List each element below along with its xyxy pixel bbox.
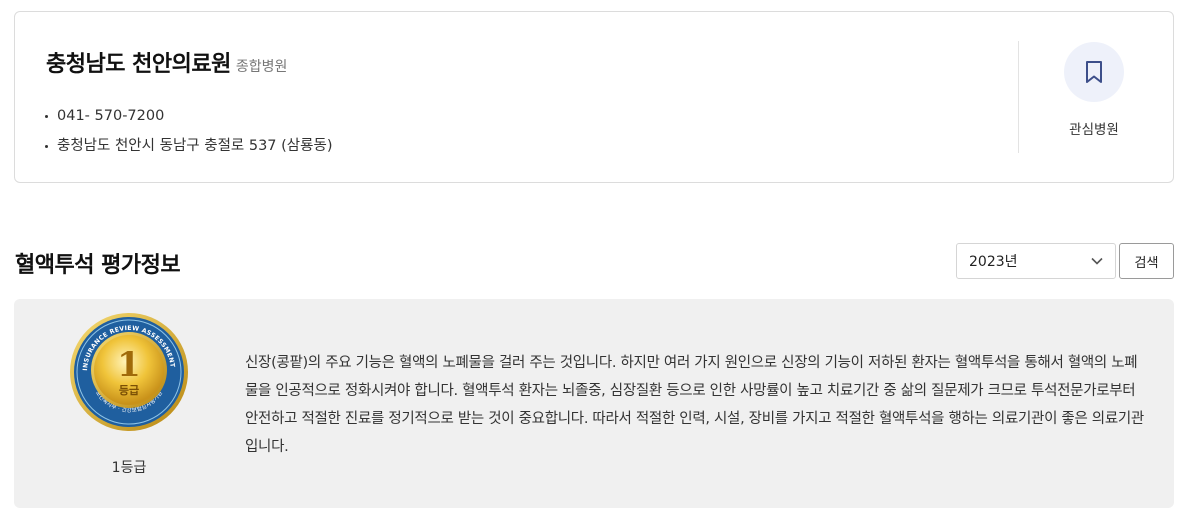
hospital-phone: 041- 570-7200	[45, 101, 332, 131]
hospital-card: 충청남도 천안의료원 종합병원 041- 570-7200 충청남도 천안시 동…	[14, 11, 1174, 183]
bookmark-icon	[1086, 61, 1102, 83]
hospital-type: 종합병원	[235, 59, 288, 75]
year-select-value: 2023년	[969, 254, 1018, 270]
year-select[interactable]: 2023년	[956, 243, 1116, 279]
hospital-title-row: 충청남도 천안의료원 종합병원	[46, 46, 287, 78]
badge-grade-number: 1	[117, 345, 141, 385]
favorite-hospital-button[interactable]: 관심병원	[1063, 42, 1125, 138]
grade-badge-icon: HEALTH INSURANCE REVIEW ASSESSMENT SERVI…	[69, 312, 188, 431]
search-button[interactable]: 검색	[1119, 243, 1174, 279]
section-title: 혈액투석 평가정보	[15, 253, 181, 278]
grade-label: 1등급	[111, 460, 147, 476]
evaluation-description: 신장(콩팥)의 주요 기능은 혈액의 노폐물을 걸러 주는 것입니다. 하지만 …	[245, 355, 1144, 455]
hospital-phone-text: 041- 570-7200	[57, 108, 165, 124]
bullet-dot	[45, 114, 48, 118]
hospital-info-list: 041- 570-7200 충청남도 천안시 동남구 충절로 537 (삼룡동)	[45, 101, 332, 161]
hospital-address-text: 충청남도 천안시 동남구 충절로 537 (삼룡동)	[57, 138, 333, 154]
hospital-address: 충청남도 천안시 동남구 충절로 537 (삼룡동)	[45, 131, 332, 161]
favorite-label: 관심병원	[1069, 122, 1119, 138]
badge-grade-text: 등급	[119, 384, 139, 397]
chevron-down-icon	[1091, 257, 1103, 265]
evaluation-box: HEALTH INSURANCE REVIEW ASSESSMENT SERVI…	[14, 299, 1174, 508]
bullet-dot	[45, 144, 48, 148]
card-divider	[1018, 41, 1019, 153]
favorite-icon-circle[interactable]	[1064, 42, 1124, 102]
hospital-name: 충청남도 천안의료원	[46, 52, 231, 77]
